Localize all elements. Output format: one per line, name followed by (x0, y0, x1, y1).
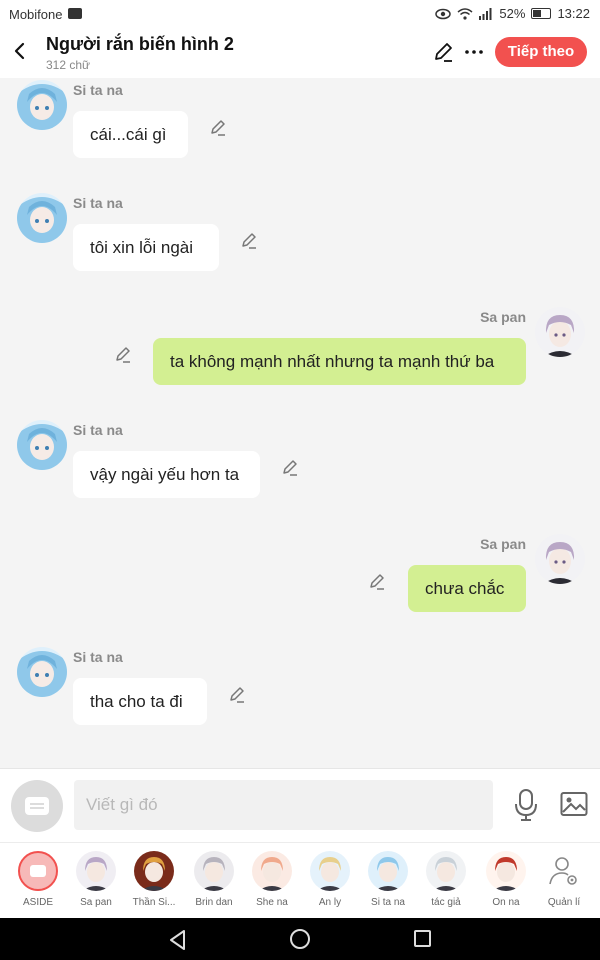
battery-percent: 52% (499, 6, 526, 21)
manage-characters-icon (544, 851, 584, 891)
speaker-avatar-right[interactable] (535, 534, 585, 584)
message-row: Sa pan chưa chắc (0, 534, 600, 644)
character-label: tác giả (431, 897, 461, 908)
character-item[interactable]: Brin dan (186, 851, 242, 908)
carrier-label: Mobifone (9, 7, 63, 22)
character-avatar (486, 851, 526, 891)
character-avatar (134, 851, 174, 891)
nav-home-icon[interactable] (290, 929, 310, 949)
edit-message-icon[interactable] (208, 118, 228, 138)
message-row: Si ta na tha cho ta đi (0, 647, 600, 757)
sim-icon (68, 8, 82, 19)
speaker-name: Si ta na (73, 195, 123, 211)
system-nav-bar (0, 918, 600, 960)
message-row: Si ta na tôi xin lỗi ngài (0, 193, 600, 303)
message-bubble[interactable]: tôi xin lỗi ngài (73, 224, 219, 271)
message-input[interactable] (74, 780, 493, 830)
character-item[interactable]: tác giả (418, 851, 474, 908)
character-label: An ly (318, 897, 342, 908)
message-row: Si ta na cái...cái gì (0, 80, 600, 190)
edit-message-icon[interactable] (280, 458, 300, 478)
character-avatar (76, 851, 116, 891)
aside-toggle-button[interactable] (11, 780, 63, 832)
speaker-avatar-left[interactable] (17, 420, 67, 470)
message-bubble[interactable]: tha cho ta đi (73, 678, 207, 725)
speaker-name: Si ta na (73, 649, 123, 665)
signal-icon (479, 7, 492, 20)
aside-icon (30, 865, 46, 877)
edit-message-icon[interactable] (113, 345, 133, 365)
message-bubble[interactable]: vậy ngài yếu hơn ta (73, 451, 260, 498)
header: Người rắn biến hình 2 312 chữ Tiếp theo (0, 28, 600, 78)
edit-message-icon[interactable] (367, 572, 387, 592)
speaker-name: Si ta na (73, 82, 123, 98)
character-avatar (194, 851, 234, 891)
character-label: Si ta na (371, 897, 405, 908)
character-label: On na (492, 897, 520, 908)
message-bubble[interactable]: chưa chắc (408, 565, 526, 612)
message-bubble[interactable]: ta không mạnh nhất nhưng ta mạnh thứ ba (153, 338, 526, 385)
clock: 13:22 (557, 6, 590, 21)
speaker-name: Sa pan (480, 309, 526, 325)
message-row: Sa pan ta không mạnh nhất nhưng ta mạnh t… (0, 307, 600, 417)
message-bubble[interactable]: cái...cái gì (73, 111, 188, 158)
more-icon[interactable] (462, 40, 486, 64)
message-row: Si ta na vậy ngài yếu hơn ta (0, 420, 600, 530)
battery-icon (531, 8, 552, 19)
character-avatar (252, 851, 292, 891)
next-button[interactable]: Tiếp theo (495, 37, 587, 67)
character-item[interactable]: ASIDE (10, 851, 66, 908)
character-item[interactable]: Quản lí (536, 851, 592, 908)
nav-back-icon[interactable] (168, 929, 188, 951)
character-label: Brin dan (195, 897, 233, 908)
edit-message-icon[interactable] (239, 231, 259, 251)
character-item[interactable]: She na (244, 851, 300, 908)
story-title: Người rắn biến hình 2 (46, 34, 234, 54)
character-item[interactable]: Si ta na (360, 851, 416, 908)
character-avatar (426, 851, 466, 891)
character-label: ASIDE (22, 897, 53, 908)
image-icon[interactable] (560, 791, 588, 817)
speaker-avatar-left[interactable] (17, 647, 67, 697)
character-avatar (310, 851, 350, 891)
microphone-icon[interactable] (512, 788, 540, 822)
character-item[interactable]: Sa pan (68, 851, 124, 908)
character-item[interactable]: On na (478, 851, 534, 908)
character-item[interactable]: Thần Si... (126, 851, 182, 908)
character-avatar (368, 851, 408, 891)
speaker-avatar-right[interactable] (535, 307, 585, 357)
eye-icon (435, 8, 452, 19)
speaker-name: Sa pan (480, 536, 526, 552)
app-screen: Mobifone 52% 13:22 Người rắn biến hình 2… (0, 0, 600, 960)
wifi-icon (457, 7, 473, 20)
character-label: Quản lí (547, 897, 581, 908)
status-icons: 52% 13:22 (435, 6, 590, 21)
edit-icon[interactable] (431, 40, 455, 64)
composer (0, 768, 600, 842)
speaker-avatar-left[interactable] (17, 80, 67, 130)
speaker-name: Si ta na (73, 422, 123, 438)
edit-message-icon[interactable] (227, 685, 247, 705)
aside-icon (25, 797, 49, 815)
character-avatar (18, 851, 58, 891)
battery-fill (533, 10, 542, 17)
character-item[interactable]: An ly (302, 851, 358, 908)
chat-area[interactable]: Si ta na cái...cái gì Si ta na tôi xin lỗi … (0, 78, 600, 768)
nav-recent-apps-icon[interactable] (414, 930, 431, 947)
character-label: Thần Si... (132, 897, 176, 908)
word-count: 312 chữ (46, 58, 91, 72)
character-bar: ASIDE Sa pan Thần Si... Brin dan She na An ly… (0, 842, 600, 918)
status-bar: Mobifone 52% 13:22 (0, 0, 600, 28)
character-label: She na (256, 897, 288, 908)
character-label: Sa pan (80, 897, 112, 908)
speaker-avatar-left[interactable] (17, 193, 67, 243)
back-arrow-icon[interactable] (10, 38, 32, 64)
